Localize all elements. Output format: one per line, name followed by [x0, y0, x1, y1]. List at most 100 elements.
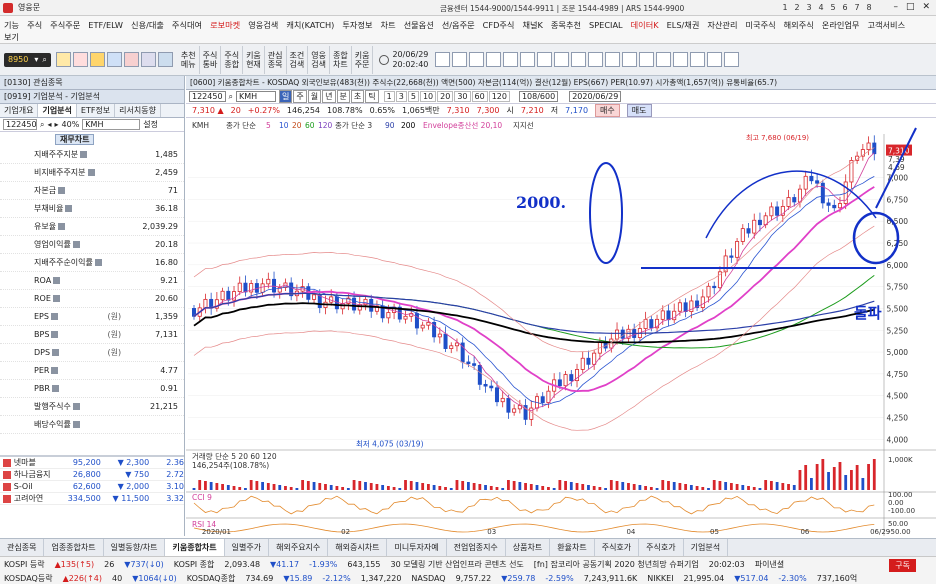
company-code-input[interactable]: 122450: [3, 119, 37, 130]
screen-tab[interactable]: 5: [828, 2, 838, 13]
period-button[interactable]: 틱: [365, 90, 379, 103]
window-icon[interactable]: [724, 52, 740, 67]
info-icon[interactable]: [94, 259, 102, 266]
bottom-tab[interactable]: 업종종합차트: [44, 539, 104, 556]
menu-item[interactable]: ELS/채권: [667, 19, 700, 31]
sell-button[interactable]: 매도: [626, 104, 652, 117]
company-tab[interactable]: 기업분석: [38, 104, 77, 117]
screen-icon[interactable]: [157, 52, 173, 67]
fin-chart-button[interactable]: 재무차트: [55, 134, 95, 145]
bottom-tab[interactable]: 환율차트: [550, 539, 595, 556]
interval-button[interactable]: 30: [454, 91, 471, 102]
period-button[interactable]: 분: [336, 90, 350, 103]
chart-code-input[interactable]: 122450: [189, 91, 226, 102]
info-icon[interactable]: [52, 349, 60, 356]
interval-button[interactable]: 10: [419, 91, 437, 102]
prev-icon[interactable]: ◂: [47, 120, 51, 129]
table-row[interactable]: 고려아연 334,500 ▼ 11,500 3.32: [0, 493, 184, 505]
info-icon[interactable]: [52, 295, 60, 302]
interval-button[interactable]: 5: [407, 91, 419, 102]
menu-item[interactable]: 로보마켓: [210, 19, 240, 31]
toolbar-button[interactable]: 종합 차트: [330, 45, 352, 74]
toolbar-button[interactable]: 키움 주문: [352, 45, 374, 74]
menu-item[interactable]: 차트: [381, 19, 396, 31]
menu-item[interactable]: SPECIAL: [589, 19, 623, 31]
candlestick-chart[interactable]: KMH 종가 단순 5 10 20 60 120 종가 단순 3 90 200 Envelope종산…: [186, 118, 936, 536]
menu-item[interactable]: 온라인업무: [822, 19, 860, 31]
toolbar-button[interactable]: 키움 현재: [243, 45, 265, 74]
bottom-tab[interactable]: 기업분석: [684, 539, 729, 556]
cross-icon[interactable]: [452, 52, 468, 67]
bottom-tab[interactable]: 주식호가: [639, 539, 684, 556]
period-button[interactable]: 월: [307, 90, 322, 103]
menu-item[interactable]: 고객서비스: [867, 19, 905, 31]
toolbar-button[interactable]: 영웅 검색: [308, 45, 330, 74]
info-icon[interactable]: [72, 241, 80, 248]
box-icon[interactable]: [537, 52, 553, 67]
menu-item[interactable]: 종목추천: [551, 19, 581, 31]
eraser-icon[interactable]: [588, 52, 604, 67]
toolbar-button[interactable]: 주식 통바: [200, 45, 222, 74]
period-button[interactable]: 일: [279, 90, 293, 103]
company-tab[interactable]: 기업개요: [0, 104, 39, 117]
interval-button[interactable]: 120: [488, 91, 510, 102]
interval-button[interactable]: 3: [395, 91, 407, 102]
lock-icon[interactable]: [89, 52, 105, 67]
info-icon[interactable]: [58, 223, 66, 230]
menu-item[interactable]: 주식대여: [172, 19, 202, 31]
trend-icon[interactable]: [469, 52, 485, 67]
screen-tab[interactable]: 1: [780, 2, 790, 13]
info-icon[interactable]: [80, 151, 88, 158]
interval-button[interactable]: 1: [383, 91, 395, 102]
info-icon[interactable]: [87, 169, 95, 176]
minimize-icon[interactable]: –: [893, 2, 898, 12]
interval-button[interactable]: 60: [471, 91, 488, 102]
interval-button[interactable]: 20: [437, 91, 454, 102]
toolbar-button[interactable]: 조건 검색: [287, 45, 309, 74]
menu-item[interactable]: ETF/ELW: [88, 19, 123, 31]
subscribe-button[interactable]: 구독: [889, 559, 916, 572]
screen-tab[interactable]: 7: [852, 2, 862, 13]
info-icon[interactable]: [51, 331, 59, 338]
channel-icon[interactable]: [503, 52, 519, 67]
menu-item[interactable]: 보기: [4, 31, 19, 43]
info-icon[interactable]: [72, 403, 80, 410]
setting-button[interactable]: 설정: [143, 119, 158, 130]
toolbar-button[interactable]: 주식 종합: [221, 45, 244, 74]
order-icon[interactable]: [55, 52, 71, 67]
bottom-tab[interactable]: 키움종합차트: [165, 539, 225, 556]
toolbar-button[interactable]: 추천 메뉴: [178, 45, 200, 74]
expand-icon[interactable]: [690, 52, 706, 67]
period-button[interactable]: 주: [293, 90, 307, 103]
menu-item[interactable]: 신용/대출: [131, 19, 164, 31]
save-icon[interactable]: [622, 52, 638, 67]
monitor-icon[interactable]: [106, 52, 122, 67]
bottom-tab[interactable]: 해외증시차트: [328, 539, 388, 556]
menu-item[interactable]: 데이터K: [631, 19, 659, 31]
bottom-tab[interactable]: 일별동향/차트: [104, 539, 166, 556]
menu-item[interactable]: 해외주식: [784, 19, 814, 31]
bottom-tab[interactable]: 관심종목: [0, 539, 45, 556]
menu-item[interactable]: 선/옵주문: [442, 19, 475, 31]
menu-item[interactable]: 기능: [4, 19, 19, 31]
period-button[interactable]: 초: [350, 90, 365, 103]
help-icon[interactable]: [673, 52, 689, 67]
bottom-tab[interactable]: 전업업종지수: [447, 539, 506, 556]
code-input[interactable]: 8950 ▾ ⌕: [4, 52, 51, 67]
count-field[interactable]: 108/600: [518, 91, 559, 102]
table-row[interactable]: 넷마블 95,200 ▼ 2,300 2.36: [0, 457, 184, 469]
table-row[interactable]: S-Oil 62,600 ▼ 2,000 3.10: [0, 481, 184, 493]
menu-item[interactable]: 영웅검색: [248, 19, 278, 31]
info-icon[interactable]: [72, 421, 80, 428]
info-icon[interactable]: [58, 187, 66, 194]
chart-icon[interactable]: [72, 52, 88, 67]
search-icon[interactable]: ⌕: [229, 92, 233, 102]
menu-item[interactable]: 선물옵션: [404, 19, 434, 31]
maximize-icon[interactable]: □: [906, 2, 915, 12]
bottom-tab[interactable]: 해외주요지수: [269, 539, 329, 556]
menu-item[interactable]: 미국주식: [746, 19, 776, 31]
search-icon[interactable]: ⌕: [40, 120, 44, 130]
menu-item[interactable]: CFD주식: [483, 19, 515, 31]
screen-tab[interactable]: 3: [804, 2, 814, 13]
menu-item[interactable]: 자산관리: [707, 19, 737, 31]
